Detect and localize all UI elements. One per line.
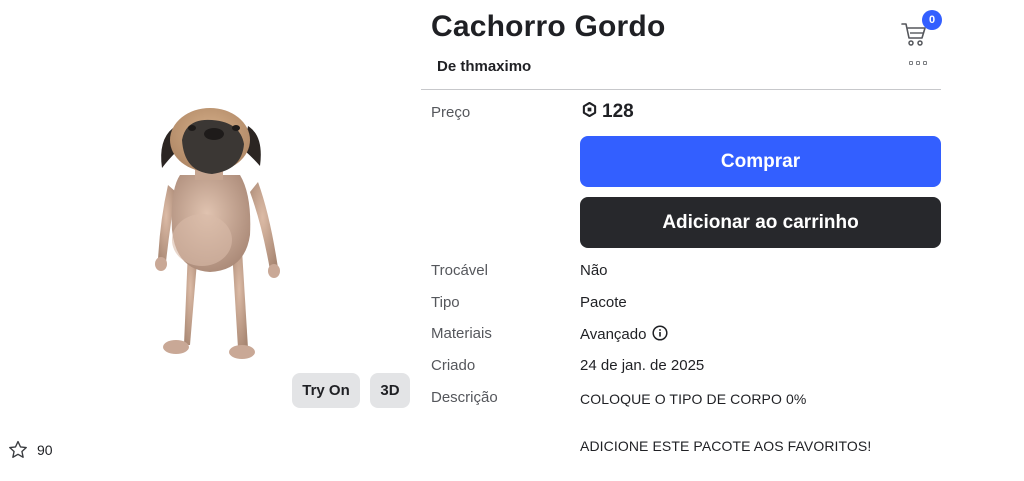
item-title: Cachorro Gordo (431, 10, 666, 43)
materials-label: Materiais (431, 325, 492, 342)
created-value: 24 de jan. de 2025 (580, 357, 705, 374)
description-label: Descrição (431, 389, 498, 406)
cart-button[interactable]: 0 (900, 10, 942, 48)
header-divider (421, 89, 941, 90)
description-line: COLOQUE O TIPO DE CORPO 0% (580, 391, 807, 407)
tradable-value: Não (580, 262, 608, 279)
created-label: Criado (431, 357, 476, 374)
star-icon[interactable] (7, 439, 29, 461)
type-label: Tipo (431, 294, 460, 311)
materials-value: Avançado (580, 326, 647, 343)
favorite-toggle[interactable]: 90 (7, 439, 53, 461)
type-value: Pacote (580, 294, 627, 311)
view-3d-button[interactable]: 3D (370, 373, 410, 408)
more-options-button[interactable] (909, 58, 929, 68)
try-on-button[interactable]: Try On (292, 373, 360, 408)
tradable-label: Trocável (431, 262, 488, 279)
price-label: Preço (431, 104, 471, 121)
item-preview: Try On 3D 90 (0, 0, 420, 481)
price-value: 128 (602, 101, 634, 122)
info-icon[interactable] (652, 325, 669, 341)
item-3d-thumbnail[interactable] (140, 100, 300, 375)
robux-icon (582, 101, 597, 122)
creator-link[interactable]: De thmaximo (437, 58, 531, 75)
price: 128 (582, 101, 634, 123)
materials-value-row: Avançado (580, 325, 669, 343)
buy-button[interactable]: Comprar (580, 136, 941, 187)
more-dot-icon (909, 61, 913, 65)
description-line: ADICIONE ESTE PACOTE AOS FAVORITOS! (580, 438, 872, 454)
favorite-count: 90 (37, 442, 53, 458)
more-dot-icon (923, 61, 927, 65)
cart-count-badge: 0 (922, 10, 942, 30)
add-to-cart-button[interactable]: Adicionar ao carrinho (580, 197, 941, 248)
more-dot-icon (916, 61, 920, 65)
